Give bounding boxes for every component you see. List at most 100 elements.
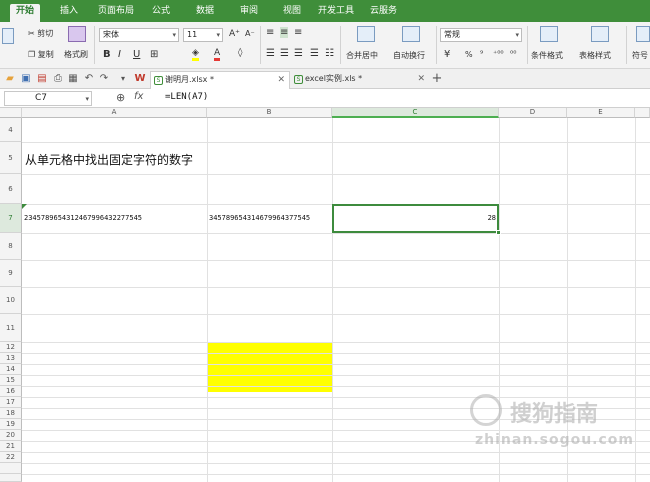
cut-button[interactable]: ✂ 剪切	[28, 28, 53, 39]
row-header[interactable]: 13	[0, 353, 22, 364]
zoom-icon[interactable]: ⊕	[116, 91, 125, 104]
row-header[interactable]: 15	[0, 375, 22, 386]
grow-font-button[interactable]: A⁺	[229, 29, 240, 39]
cell-a5[interactable]: 从单元格中找出固定字符的数字	[25, 151, 193, 168]
customize-dropdown-icon[interactable]: ▾	[117, 73, 129, 85]
align-middle-button[interactable]: ≡	[280, 27, 289, 38]
formula-input[interactable]: =LEN(A7)	[165, 92, 208, 102]
decrease-decimal-button[interactable]: ⁰⁰	[510, 49, 516, 58]
file-tab[interactable]: S excel实例.xls * ✕	[291, 71, 429, 89]
distribute-button[interactable]: ☷	[325, 48, 334, 59]
align-bottom-button[interactable]: ≡	[294, 27, 302, 38]
row-header[interactable]: 12	[0, 342, 22, 353]
tab-data[interactable]: 数据	[196, 4, 214, 22]
paste-icon[interactable]	[2, 28, 14, 44]
tab-formulas[interactable]: 公式	[152, 4, 170, 22]
merge-cells-icon[interactable]	[357, 26, 375, 42]
row-header[interactable]: 18	[0, 408, 22, 419]
italic-button[interactable]: I	[118, 49, 121, 60]
table-style-icon[interactable]	[591, 26, 609, 42]
percent-button[interactable]: %	[465, 50, 473, 59]
save-icon[interactable]: ▣	[20, 73, 32, 85]
row-header[interactable]: 14	[0, 364, 22, 375]
currency-button[interactable]: ¥	[444, 49, 450, 60]
row-header[interactable]: 21	[0, 441, 22, 452]
cell-a7[interactable]: 2345789654312467996432277545	[24, 214, 142, 222]
row-header[interactable]: 4	[0, 118, 22, 142]
highlighted-cells-b12-b15[interactable]	[207, 342, 332, 392]
new-tab-icon[interactable]: +	[431, 72, 443, 85]
file-tab-active[interactable]: S 谢明月.xlsx * ✕	[150, 71, 290, 89]
fill-handle[interactable]	[496, 230, 501, 235]
borders-button[interactable]: ⊞	[150, 49, 158, 60]
conditional-format-button[interactable]: 条件格式	[531, 50, 563, 61]
font-color-button[interactable]: A	[214, 48, 221, 61]
row-header[interactable]: 9	[0, 260, 22, 287]
justify-button[interactable]: ☰	[310, 48, 319, 59]
print-preview-icon[interactable]: ▦	[67, 73, 79, 85]
thousands-button[interactable]: ⁹	[480, 49, 483, 58]
column-header-e[interactable]: E	[567, 108, 635, 118]
row-header-active[interactable]: 7	[0, 204, 22, 233]
column-header-c[interactable]: C	[332, 108, 499, 118]
fill-color-button[interactable]: ◈	[192, 48, 199, 61]
bold-button[interactable]: B	[103, 49, 111, 60]
font-size-select[interactable]: 11 ▾	[183, 28, 223, 42]
row-header[interactable]: 5	[0, 142, 22, 174]
redo-icon[interactable]: ↷	[98, 73, 110, 85]
tab-review[interactable]: 审阅	[240, 4, 258, 22]
align-right-button[interactable]: ☰	[294, 48, 303, 59]
tab-developer[interactable]: 开发工具	[318, 4, 354, 22]
number-format-select[interactable]: 常规 ▾	[440, 28, 522, 42]
active-cell-selection[interactable]	[332, 204, 499, 233]
row-header[interactable]	[0, 474, 22, 482]
wrap-text-icon[interactable]	[402, 26, 420, 42]
copy-button[interactable]: ❐ 复制	[28, 49, 54, 60]
symbol-icon[interactable]	[636, 26, 650, 42]
font-name-select[interactable]: 宋体 ▾	[99, 28, 179, 42]
row-header[interactable]: 11	[0, 314, 22, 342]
underline-button[interactable]: U	[133, 49, 140, 60]
row-header[interactable]	[0, 463, 22, 474]
print-icon[interactable]: ⎙	[52, 73, 64, 85]
merge-center-button[interactable]: 合并居中	[346, 50, 378, 61]
align-left-button[interactable]: ☰	[266, 48, 275, 59]
row-header[interactable]: 6	[0, 174, 22, 204]
column-header-f[interactable]	[635, 108, 650, 118]
column-header-a[interactable]: A	[22, 108, 207, 118]
symbol-button[interactable]: 符号	[632, 50, 648, 61]
tab-home[interactable]: 开始	[10, 4, 41, 22]
tab-page-layout[interactable]: 页面布局	[98, 4, 134, 22]
cell-b7[interactable]: 345789654314679964377545	[209, 214, 310, 222]
export-pdf-icon[interactable]: ▤	[36, 73, 48, 85]
row-header[interactable]: 8	[0, 233, 22, 260]
shrink-font-button[interactable]: A⁻	[245, 29, 255, 38]
row-header[interactable]: 19	[0, 419, 22, 430]
column-header-b[interactable]: B	[207, 108, 332, 118]
tab-insert[interactable]: 插入	[60, 4, 78, 22]
clear-format-button[interactable]: ◊	[238, 48, 242, 58]
close-icon[interactable]: ✕	[417, 71, 425, 87]
wrap-text-button[interactable]: 自动换行	[393, 50, 425, 61]
close-icon[interactable]: ✕	[277, 72, 285, 88]
insert-function-button[interactable]: fx	[134, 91, 143, 102]
select-all-corner[interactable]	[0, 108, 22, 118]
format-painter-button[interactable]: 格式刷	[64, 49, 88, 60]
name-box[interactable]: C7 ▾	[4, 91, 92, 106]
align-top-button[interactable]: ≡	[266, 27, 274, 38]
increase-decimal-button[interactable]: ⁺⁰⁰	[493, 49, 504, 58]
tab-cloud[interactable]: 云服务	[370, 4, 397, 22]
row-header[interactable]: 16	[0, 386, 22, 397]
align-center-button[interactable]: ☰	[280, 48, 289, 59]
row-header[interactable]: 10	[0, 287, 22, 314]
row-header[interactable]: 17	[0, 397, 22, 408]
tab-view[interactable]: 视图	[283, 4, 301, 22]
format-painter-icon[interactable]	[68, 26, 86, 42]
open-folder-icon[interactable]: ▰	[4, 73, 16, 85]
undo-icon[interactable]: ↶	[83, 73, 95, 85]
column-header-d[interactable]: D	[499, 108, 567, 118]
row-header[interactable]: 22	[0, 452, 22, 463]
row-header[interactable]: 20	[0, 430, 22, 441]
conditional-format-icon[interactable]	[540, 26, 558, 42]
table-style-button[interactable]: 表格样式	[579, 50, 611, 61]
